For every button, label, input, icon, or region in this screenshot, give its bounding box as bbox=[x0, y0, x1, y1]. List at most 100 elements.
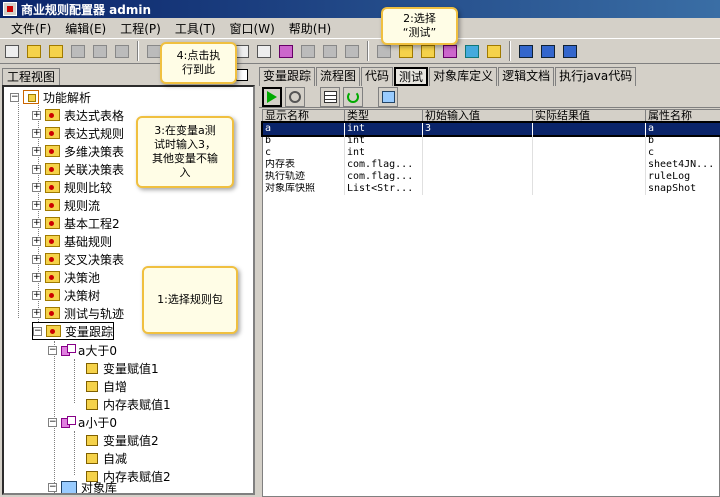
tree-condition-a-gt-0[interactable]: − a大于0 bbox=[48, 341, 117, 359]
tree-item-cross-table[interactable]: + 交叉决策表 bbox=[32, 250, 124, 268]
tree-item-assoc-table[interactable]: + 关联决策表 bbox=[32, 160, 124, 178]
tree-item-rule-flow[interactable]: + 规则流 bbox=[32, 196, 100, 214]
tab-logic-doc[interactable]: 逻辑文档 bbox=[498, 67, 555, 86]
tree-item-multi-dim-table[interactable]: + 多维决策表 bbox=[32, 142, 124, 160]
expand-icon[interactable]: + bbox=[32, 254, 41, 264]
menu-edit[interactable]: 编辑(E) bbox=[58, 20, 113, 37]
expand-icon[interactable]: + bbox=[32, 290, 41, 300]
column-header[interactable]: 类型 bbox=[345, 110, 423, 122]
open-project-button[interactable] bbox=[46, 41, 66, 61]
copy-data-button[interactable] bbox=[378, 86, 398, 107]
rule-icon bbox=[421, 44, 435, 58]
tree-leaf-memtable-assign1[interactable]: 内存表赋值1 bbox=[86, 395, 171, 413]
menu-project[interactable]: 工程(P) bbox=[113, 20, 168, 37]
tree-leaf-increment[interactable]: 自增 bbox=[86, 377, 127, 395]
collapse-icon[interactable]: − bbox=[33, 326, 42, 336]
cell-type: com.flag... bbox=[345, 171, 423, 183]
table-row[interactable]: c int c bbox=[263, 147, 720, 159]
tree-item-label: 表达式表格 bbox=[64, 108, 125, 123]
table-row[interactable]: b int b bbox=[263, 135, 720, 147]
tree-root[interactable]: − 功能解析 bbox=[10, 88, 91, 106]
package-icon bbox=[45, 271, 60, 283]
refresh-button[interactable] bbox=[343, 86, 363, 107]
tree-item-test-trace[interactable]: + 测试与轨迹 bbox=[32, 304, 124, 322]
export-button[interactable] bbox=[342, 41, 362, 61]
collapse-icon[interactable]: − bbox=[10, 92, 19, 102]
close-icon[interactable] bbox=[236, 69, 248, 81]
cell-input[interactable] bbox=[423, 183, 533, 195]
cell-result bbox=[533, 159, 646, 171]
menu-tools[interactable]: 工具(T) bbox=[168, 20, 223, 37]
tab-code[interactable]: 代码 bbox=[361, 67, 394, 86]
tree-leaf-assign1[interactable]: 变量赋值1 bbox=[86, 359, 159, 377]
expand-icon[interactable]: + bbox=[32, 164, 41, 174]
tree-item-expression-rule[interactable]: + 表达式规则 bbox=[32, 124, 124, 142]
expand-icon[interactable]: + bbox=[32, 308, 41, 318]
column-header[interactable]: 属性名称 bbox=[646, 110, 720, 122]
expand-icon[interactable]: + bbox=[32, 146, 41, 156]
cell-input[interactable] bbox=[423, 159, 533, 171]
tree-leaf-decrement[interactable]: 自减 bbox=[86, 449, 127, 467]
menu-help[interactable]: 帮助(H) bbox=[282, 20, 338, 37]
context-help-button[interactable] bbox=[538, 41, 558, 61]
table-row[interactable]: 内存表 com.flag... sheet4JN... bbox=[263, 159, 720, 171]
expand-icon[interactable]: + bbox=[32, 200, 41, 210]
tab-object-library-def[interactable]: 对象库定义 bbox=[429, 67, 498, 86]
tree-item-expression-table[interactable]: + 表达式表格 bbox=[32, 106, 124, 124]
props-button[interactable] bbox=[298, 41, 318, 61]
table-row[interactable]: a int 3 a bbox=[261, 121, 720, 137]
tree-item-label: 决策树 bbox=[64, 288, 101, 303]
collapse-icon[interactable]: − bbox=[48, 417, 57, 427]
column-header[interactable]: 实际结果值 bbox=[533, 110, 646, 122]
load-table-button[interactable] bbox=[320, 86, 340, 107]
package-icon bbox=[45, 217, 60, 229]
tree-item-variable-trace[interactable]: − 变量跟踪 bbox=[32, 322, 115, 340]
table-row[interactable]: 执行轨迹 com.flag... ruleLog bbox=[263, 171, 720, 183]
column-header[interactable]: 显示名称 bbox=[263, 110, 345, 122]
tree-condition-a-lt-0[interactable]: − a小于0 bbox=[48, 413, 117, 431]
tab-java-code[interactable]: 执行java代码 bbox=[555, 67, 637, 86]
tree-item-rule-compare[interactable]: + 规则比较 bbox=[32, 178, 112, 196]
cell-attr: sheet4JN... bbox=[646, 159, 720, 171]
tab-flowchart[interactable]: 流程图 bbox=[316, 67, 361, 86]
expand-icon[interactable]: + bbox=[32, 110, 41, 120]
print-button[interactable] bbox=[112, 41, 132, 61]
project-view-tab[interactable]: 工程视图 bbox=[2, 68, 61, 85]
expand-icon[interactable]: + bbox=[32, 182, 41, 192]
table-row[interactable]: 对象库快照 List<Str... snapShot bbox=[263, 183, 720, 195]
tree-object-library[interactable]: − 对象库 bbox=[48, 478, 117, 493]
collapse-icon[interactable]: − bbox=[48, 482, 57, 492]
magic-button[interactable] bbox=[276, 41, 296, 61]
step-button[interactable] bbox=[285, 86, 305, 107]
about-button[interactable] bbox=[560, 41, 580, 61]
expand-icon[interactable]: + bbox=[32, 272, 41, 282]
expand-icon[interactable]: + bbox=[32, 128, 41, 138]
help-button[interactable] bbox=[516, 41, 536, 61]
rename-button[interactable] bbox=[254, 41, 274, 61]
open-button[interactable] bbox=[24, 41, 44, 61]
chart-button[interactable] bbox=[484, 41, 504, 61]
menu-file[interactable]: 文件(F) bbox=[4, 20, 58, 37]
add-db-button[interactable] bbox=[462, 41, 482, 61]
collapse-icon[interactable]: − bbox=[48, 345, 57, 355]
tree-item-decision-pool[interactable]: + 决策池 bbox=[32, 268, 100, 286]
save-button[interactable] bbox=[68, 41, 88, 61]
tab-variable-trace[interactable]: 变量跟踪 bbox=[259, 67, 316, 86]
cell-input[interactable] bbox=[423, 147, 533, 159]
save-all-button[interactable] bbox=[90, 41, 110, 61]
tree-item-basic-project2[interactable]: + 基本工程2 bbox=[32, 214, 120, 232]
tab-test[interactable]: 测试 bbox=[394, 67, 429, 86]
expand-icon[interactable]: + bbox=[32, 218, 41, 228]
cell-input[interactable]: 3 bbox=[423, 123, 533, 135]
cell-input[interactable] bbox=[423, 171, 533, 183]
expand-icon[interactable]: + bbox=[32, 236, 41, 246]
tree-leaf-assign2[interactable]: 变量赋值2 bbox=[86, 431, 159, 449]
column-header[interactable]: 初始输入值 bbox=[423, 110, 533, 122]
menu-window[interactable]: 窗口(W) bbox=[223, 20, 282, 37]
run-to-here-button[interactable] bbox=[262, 86, 282, 107]
cell-input[interactable] bbox=[423, 135, 533, 147]
new-file-button[interactable] bbox=[2, 41, 22, 61]
table-button[interactable] bbox=[320, 41, 340, 61]
tree-item-basic-rules[interactable]: + 基础规则 bbox=[32, 232, 112, 250]
tree-item-decision-tree[interactable]: + 决策树 bbox=[32, 286, 100, 304]
